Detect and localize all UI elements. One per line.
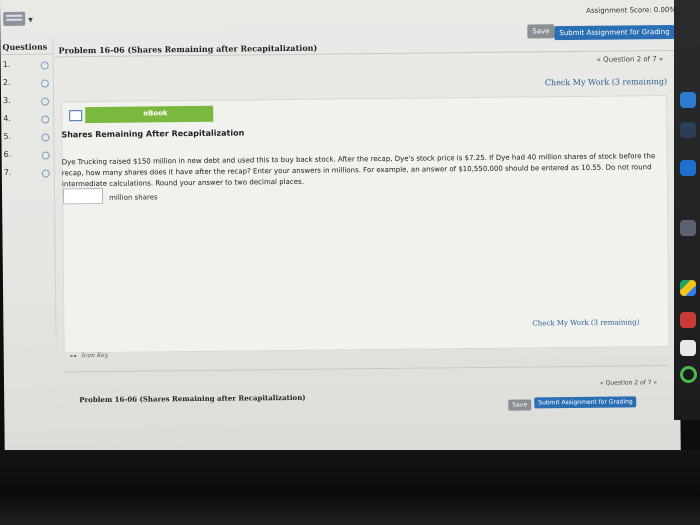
sidebar-question-item[interactable]: 5.: [3, 131, 53, 150]
app-icon[interactable]: [680, 160, 696, 176]
drive-icon[interactable]: [680, 280, 696, 296]
sidebar-question-item[interactable]: 6.: [4, 149, 54, 168]
laptop-bezel: [0, 450, 700, 525]
app-icon[interactable]: [680, 92, 696, 108]
section-heading: Shares Remaining After Recapitalization: [61, 128, 245, 140]
footer-problem-title: Problem 16-06 (Shares Remaining after Re…: [79, 392, 306, 405]
sidebar-question-number: 3.: [3, 95, 11, 105]
answer-unit-label: million shares: [109, 193, 158, 202]
app-icon[interactable]: [680, 312, 696, 328]
question-text: Dye Trucking raised $150 million in new …: [61, 152, 656, 189]
ebook-button[interactable]: eBook: [85, 105, 214, 124]
status-circle-icon: [40, 79, 49, 88]
keyboard-icon[interactable]: [3, 11, 26, 26]
sidebar-question-item[interactable]: 2.: [3, 77, 53, 96]
key-icon: ⊶: [69, 352, 77, 361]
chevron-down-icon[interactable]: ▼: [28, 17, 33, 24]
sidebar-question-number: 2.: [2, 77, 11, 87]
sidebar-question-number: 6.: [3, 149, 12, 159]
sidebar-question-number: 5.: [3, 131, 12, 141]
status-circle-icon: [41, 97, 50, 106]
footer-submit-button[interactable]: Submit Assignment for Grading: [534, 396, 637, 409]
status-circle-icon: [41, 151, 50, 160]
icon-key-label[interactable]: Icon Key: [82, 352, 108, 359]
footer-question-nav[interactable]: « Question 2 of 7 »: [600, 379, 657, 387]
status-circle-icon: [41, 169, 50, 178]
circle-icon[interactable]: [680, 366, 697, 383]
check-my-work-bottom-link[interactable]: Check My Work (3 remaining): [532, 318, 639, 327]
submit-assignment-button[interactable]: Submit Assignment for Grading: [554, 24, 675, 41]
dock-strip: [674, 0, 700, 420]
sidebar-question-number: 7.: [3, 167, 12, 177]
status-circle-icon: [41, 115, 50, 124]
question-content-panel: eBook Shares Remaining After Recapitaliz…: [61, 95, 670, 354]
status-circle-icon: [41, 133, 50, 142]
save-button[interactable]: Save: [527, 24, 555, 39]
ebook-icon[interactable]: [69, 110, 83, 122]
answer-input[interactable]: [62, 187, 104, 205]
sidebar-question-number: 4.: [3, 113, 11, 123]
footer-save-button[interactable]: Save: [508, 399, 532, 411]
assignment-score: Assignment Score: 0.00%: [586, 5, 677, 15]
sidebar-question-item[interactable]: 7.: [4, 167, 54, 186]
sidebar-title: Questions: [2, 41, 48, 52]
sidebar-question-item[interactable]: 1.: [3, 59, 53, 78]
sidebar-question-item[interactable]: 3.: [3, 95, 53, 114]
sidebar-question-number: 1.: [2, 59, 11, 69]
app-icon[interactable]: [680, 122, 696, 138]
browser-screen: ▼ Assignment Score: 0.00% Save Submit As…: [0, 0, 681, 458]
questions-sidebar: Questions 1. 2. 3. 4. 5. 6. 7.: [0, 39, 54, 200]
sidebar-question-item[interactable]: 4.: [3, 113, 53, 132]
ebook-label: eBook: [143, 109, 168, 118]
app-icon[interactable]: [680, 340, 696, 356]
check-my-work-link[interactable]: Check My Work (3 remaining): [545, 77, 667, 87]
question-nav[interactable]: « Question 2 of 7 »: [597, 55, 664, 64]
status-circle-icon: [40, 61, 49, 70]
app-icon[interactable]: [680, 220, 696, 236]
